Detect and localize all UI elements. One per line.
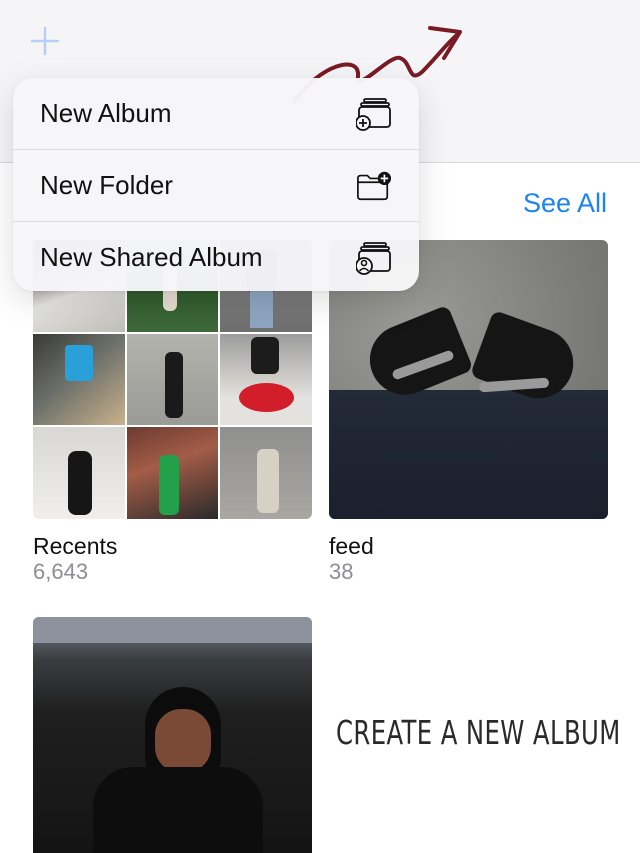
- add-menu: New Album New Folder New Shared Album: [13, 78, 419, 291]
- album-add-icon: [356, 96, 392, 132]
- album-title: Recents: [33, 533, 118, 559]
- menu-item-new-album[interactable]: New Album: [13, 78, 419, 150]
- album-title: feed: [329, 533, 374, 559]
- album-recents[interactable]: Recents 6,643: [33, 240, 312, 585]
- album-count: 6,643: [33, 559, 89, 584]
- see-all-link[interactable]: See All: [523, 188, 607, 219]
- album-thumbnail: [33, 617, 312, 853]
- menu-item-label: New Album: [40, 98, 172, 128]
- album-thumbnail-partial[interactable]: [33, 617, 312, 853]
- menu-item-new-shared-album[interactable]: New Shared Album: [13, 222, 419, 291]
- menu-item-new-folder[interactable]: New Folder: [13, 150, 419, 222]
- album-count: 38: [329, 559, 354, 584]
- album-feed[interactable]: feed 38: [329, 240, 608, 585]
- add-button[interactable]: [28, 24, 62, 58]
- menu-item-label: New Folder: [40, 170, 173, 200]
- plus-icon: [30, 26, 60, 56]
- folder-add-icon: [356, 168, 392, 204]
- menu-item-label: New Shared Album: [40, 242, 263, 272]
- overlay-caption: CREATE A NEW ALBUM: [336, 713, 621, 752]
- shared-album-icon: [356, 240, 392, 276]
